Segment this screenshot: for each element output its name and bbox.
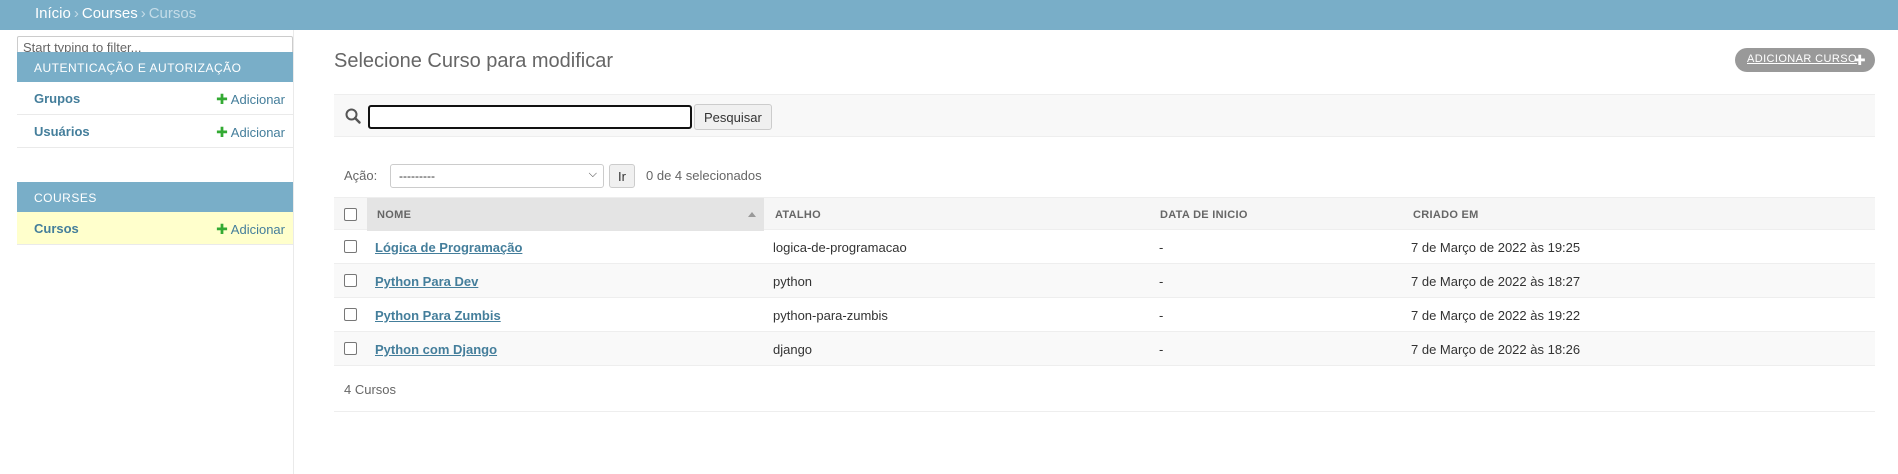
table-header-row: Nome Atalho Data de inicio Criado em (334, 197, 1875, 231)
row-atalho: python-para-zumbis (773, 308, 888, 323)
row-nome-link[interactable]: Python com Django (375, 342, 497, 357)
add-usuario-link[interactable]: ✚ Adicionar (216, 124, 285, 141)
breadcrumb-separator: › (140, 5, 146, 22)
breadcrumb: Início › Courses › Cursos (0, 0, 1898, 30)
table-row: Python Para Zumbis python-para-zumbis - … (334, 298, 1875, 332)
sorted-column-highlight (367, 198, 764, 231)
sidebar-item-cursos-link[interactable]: Cursos (34, 221, 79, 236)
add-link-label: Adicionar (230, 125, 285, 140)
column-header-nome[interactable]: Nome (377, 209, 411, 221)
sidebar-item-grupos-link[interactable]: Grupos (34, 91, 80, 106)
breadcrumb-separator: › (73, 5, 79, 22)
row-checkbox[interactable] (344, 240, 357, 253)
table-row: Lógica de Programação logica-de-programa… (334, 230, 1875, 264)
action-go-button[interactable]: Ir (609, 164, 635, 188)
row-data-inicio: - (1159, 342, 1164, 357)
add-link-label: Adicionar (230, 92, 285, 107)
add-grupo-link[interactable]: ✚ Adicionar (216, 91, 285, 108)
add-curso-sidebar-link[interactable]: ✚ Adicionar (216, 221, 285, 238)
row-checkbox[interactable] (344, 342, 357, 355)
page-title: Selecione Curso para modificar (334, 50, 614, 72)
sidebar: Autenticação e Autorização Grupos ✚Adici… (17, 30, 294, 474)
plus-icon: ✚ (216, 221, 228, 237)
row-data-inicio: - (1159, 240, 1164, 255)
row-data-inicio: - (1159, 274, 1164, 289)
module-caption-courses[interactable]: Courses (17, 182, 293, 212)
action-label: Ação: (344, 168, 378, 183)
sort-ascending-icon[interactable] (748, 212, 756, 217)
row-checkbox[interactable] (344, 274, 357, 287)
actions-bar: Ação: --------- ⌵ Ir 0 de 4 selecionados (334, 163, 1134, 189)
table-row: Python Para Dev python - 7 de Março de 2… (334, 264, 1875, 298)
row-nome-link[interactable]: Lógica de Programação (375, 240, 522, 255)
breadcrumb-home[interactable]: Início (35, 5, 71, 22)
row-criado-em: 7 de Março de 2022 às 18:26 (1411, 342, 1581, 357)
plus-icon: ✚ (1853, 52, 1866, 68)
search-toolbar: Pesquisar (334, 94, 1875, 137)
row-data-inicio: - (1159, 308, 1164, 323)
row-checkbox[interactable] (344, 308, 357, 321)
row-atalho: django (773, 342, 813, 357)
column-header-data-inicio[interactable]: Data de inicio (1160, 209, 1248, 221)
search-input[interactable] (368, 105, 692, 129)
search-button[interactable]: Pesquisar (694, 104, 772, 130)
plus-icon: ✚ (216, 91, 228, 107)
action-counter: 0 de 4 selecionados (646, 168, 762, 183)
row-atalho: logica-de-programacao (773, 240, 907, 255)
sidebar-item-cursos: Cursos ✚ Adicionar (17, 212, 293, 245)
add-curso-button-label: Adicionar Curso (1747, 53, 1857, 65)
row-criado-em: 7 de Março de 2022 às 19:22 (1411, 308, 1581, 323)
row-criado-em: 7 de Março de 2022 às 18:27 (1411, 274, 1581, 289)
paginator: 4 Cursos (334, 368, 1875, 412)
select-all-checkbox[interactable] (344, 208, 357, 221)
add-curso-button[interactable]: Adicionar Curso ✚ (1735, 48, 1875, 72)
module-caption-auth[interactable]: Autenticação e Autorização (17, 52, 293, 82)
column-header-criado-em[interactable]: Criado em (1413, 209, 1479, 221)
action-select[interactable]: --------- ⌵ (390, 164, 604, 188)
sidebar-item-usuarios: Usuários ✚ Adicionar (17, 115, 293, 148)
breadcrumb-current: Cursos (148, 5, 197, 22)
table-row: Python com Django django - 7 de Março de… (334, 332, 1875, 366)
row-criado-em: 7 de Março de 2022 às 19:25 (1411, 240, 1581, 255)
column-header-atalho[interactable]: Atalho (775, 209, 821, 221)
breadcrumb-app[interactable]: Courses (82, 5, 138, 22)
result-count: 4 Cursos (344, 382, 397, 397)
row-nome-link[interactable]: Python Para Dev (375, 274, 478, 289)
row-nome-link[interactable]: Python Para Zumbis (375, 308, 501, 323)
search-icon (345, 108, 361, 124)
add-link-label: Adicionar (230, 222, 285, 237)
sidebar-item-usuarios-link[interactable]: Usuários (34, 124, 90, 139)
plus-icon: ✚ (216, 124, 228, 140)
sidebar-item-grupos: Grupos ✚ Adicionar (17, 82, 293, 115)
chevron-down-icon: ⌵ (588, 168, 597, 180)
row-atalho: python (773, 274, 813, 289)
action-select-value: --------- (399, 169, 435, 183)
